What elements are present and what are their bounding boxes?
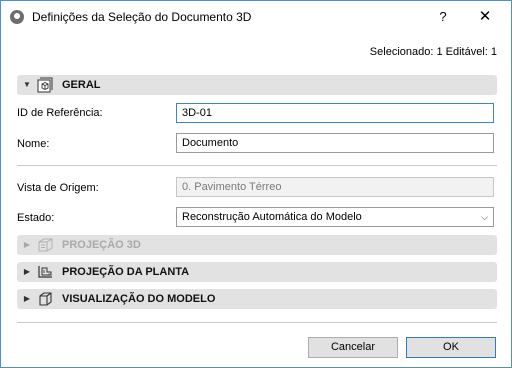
3d-box-icon	[38, 238, 53, 252]
section-geral-label: GERAL	[62, 79, 101, 91]
section-geral-header[interactable]: ▼ GERAL	[17, 75, 497, 95]
state-dropdown-value: Reconstrução Automática do Modelo	[182, 211, 362, 223]
divider	[17, 322, 497, 323]
cancel-button[interactable]: Cancelar	[308, 337, 398, 358]
name-label: Nome:	[17, 138, 50, 150]
reference-id-input[interactable]: 3D-01	[176, 103, 494, 123]
section-projecao-planta-label: PROJEÇÃO DA PLANTA	[62, 266, 190, 278]
model-cube-icon	[39, 292, 52, 306]
floor-plan-icon	[38, 266, 52, 278]
close-button[interactable]: ✕	[475, 7, 495, 27]
section-visualizacao-modelo-label: VISUALIZAÇÃO DO MODELO	[62, 293, 216, 305]
reference-id-label: ID de Referência:	[17, 107, 103, 119]
section-projecao-3d-header: ▶ PROJEÇÃO 3D	[17, 235, 497, 255]
collapsed-arrow-icon: ▶	[23, 240, 31, 249]
expanded-arrow-icon: ▼	[23, 80, 31, 89]
ok-button[interactable]: OK	[406, 337, 496, 358]
archicad-app-icon	[10, 10, 24, 24]
source-view-field: 0. Pavimento Térreo	[176, 177, 494, 197]
title-bar: Definições da Seleção do Documento 3D ? …	[1, 1, 511, 33]
help-button[interactable]: ?	[433, 7, 453, 27]
state-dropdown[interactable]: Reconstrução Automática do Modelo ⌵	[176, 207, 494, 227]
section-visualizacao-modelo-header[interactable]: ▶ VISUALIZAÇÃO DO MODELO	[17, 289, 497, 309]
collapsed-arrow-icon: ▶	[23, 267, 31, 276]
document-3d-icon	[37, 77, 53, 93]
state-label: Estado:	[17, 212, 55, 224]
selection-count: Selecionado: 1 Editável: 1	[369, 46, 497, 58]
name-input[interactable]: Documento	[176, 133, 494, 153]
collapsed-arrow-icon: ▶	[23, 294, 31, 303]
source-view-label: Vista de Origem:	[17, 182, 99, 194]
dialog-title: Definições da Seleção do Documento 3D	[32, 10, 252, 24]
section-projecao-planta-header[interactable]: ▶ PROJEÇÃO DA PLANTA	[17, 262, 497, 282]
section-projecao-3d-label: PROJEÇÃO 3D	[62, 239, 141, 251]
dialog-window: Definições da Seleção do Documento 3D ? …	[0, 0, 512, 368]
chevron-down-icon: ⌵	[481, 212, 488, 222]
divider	[17, 165, 497, 166]
